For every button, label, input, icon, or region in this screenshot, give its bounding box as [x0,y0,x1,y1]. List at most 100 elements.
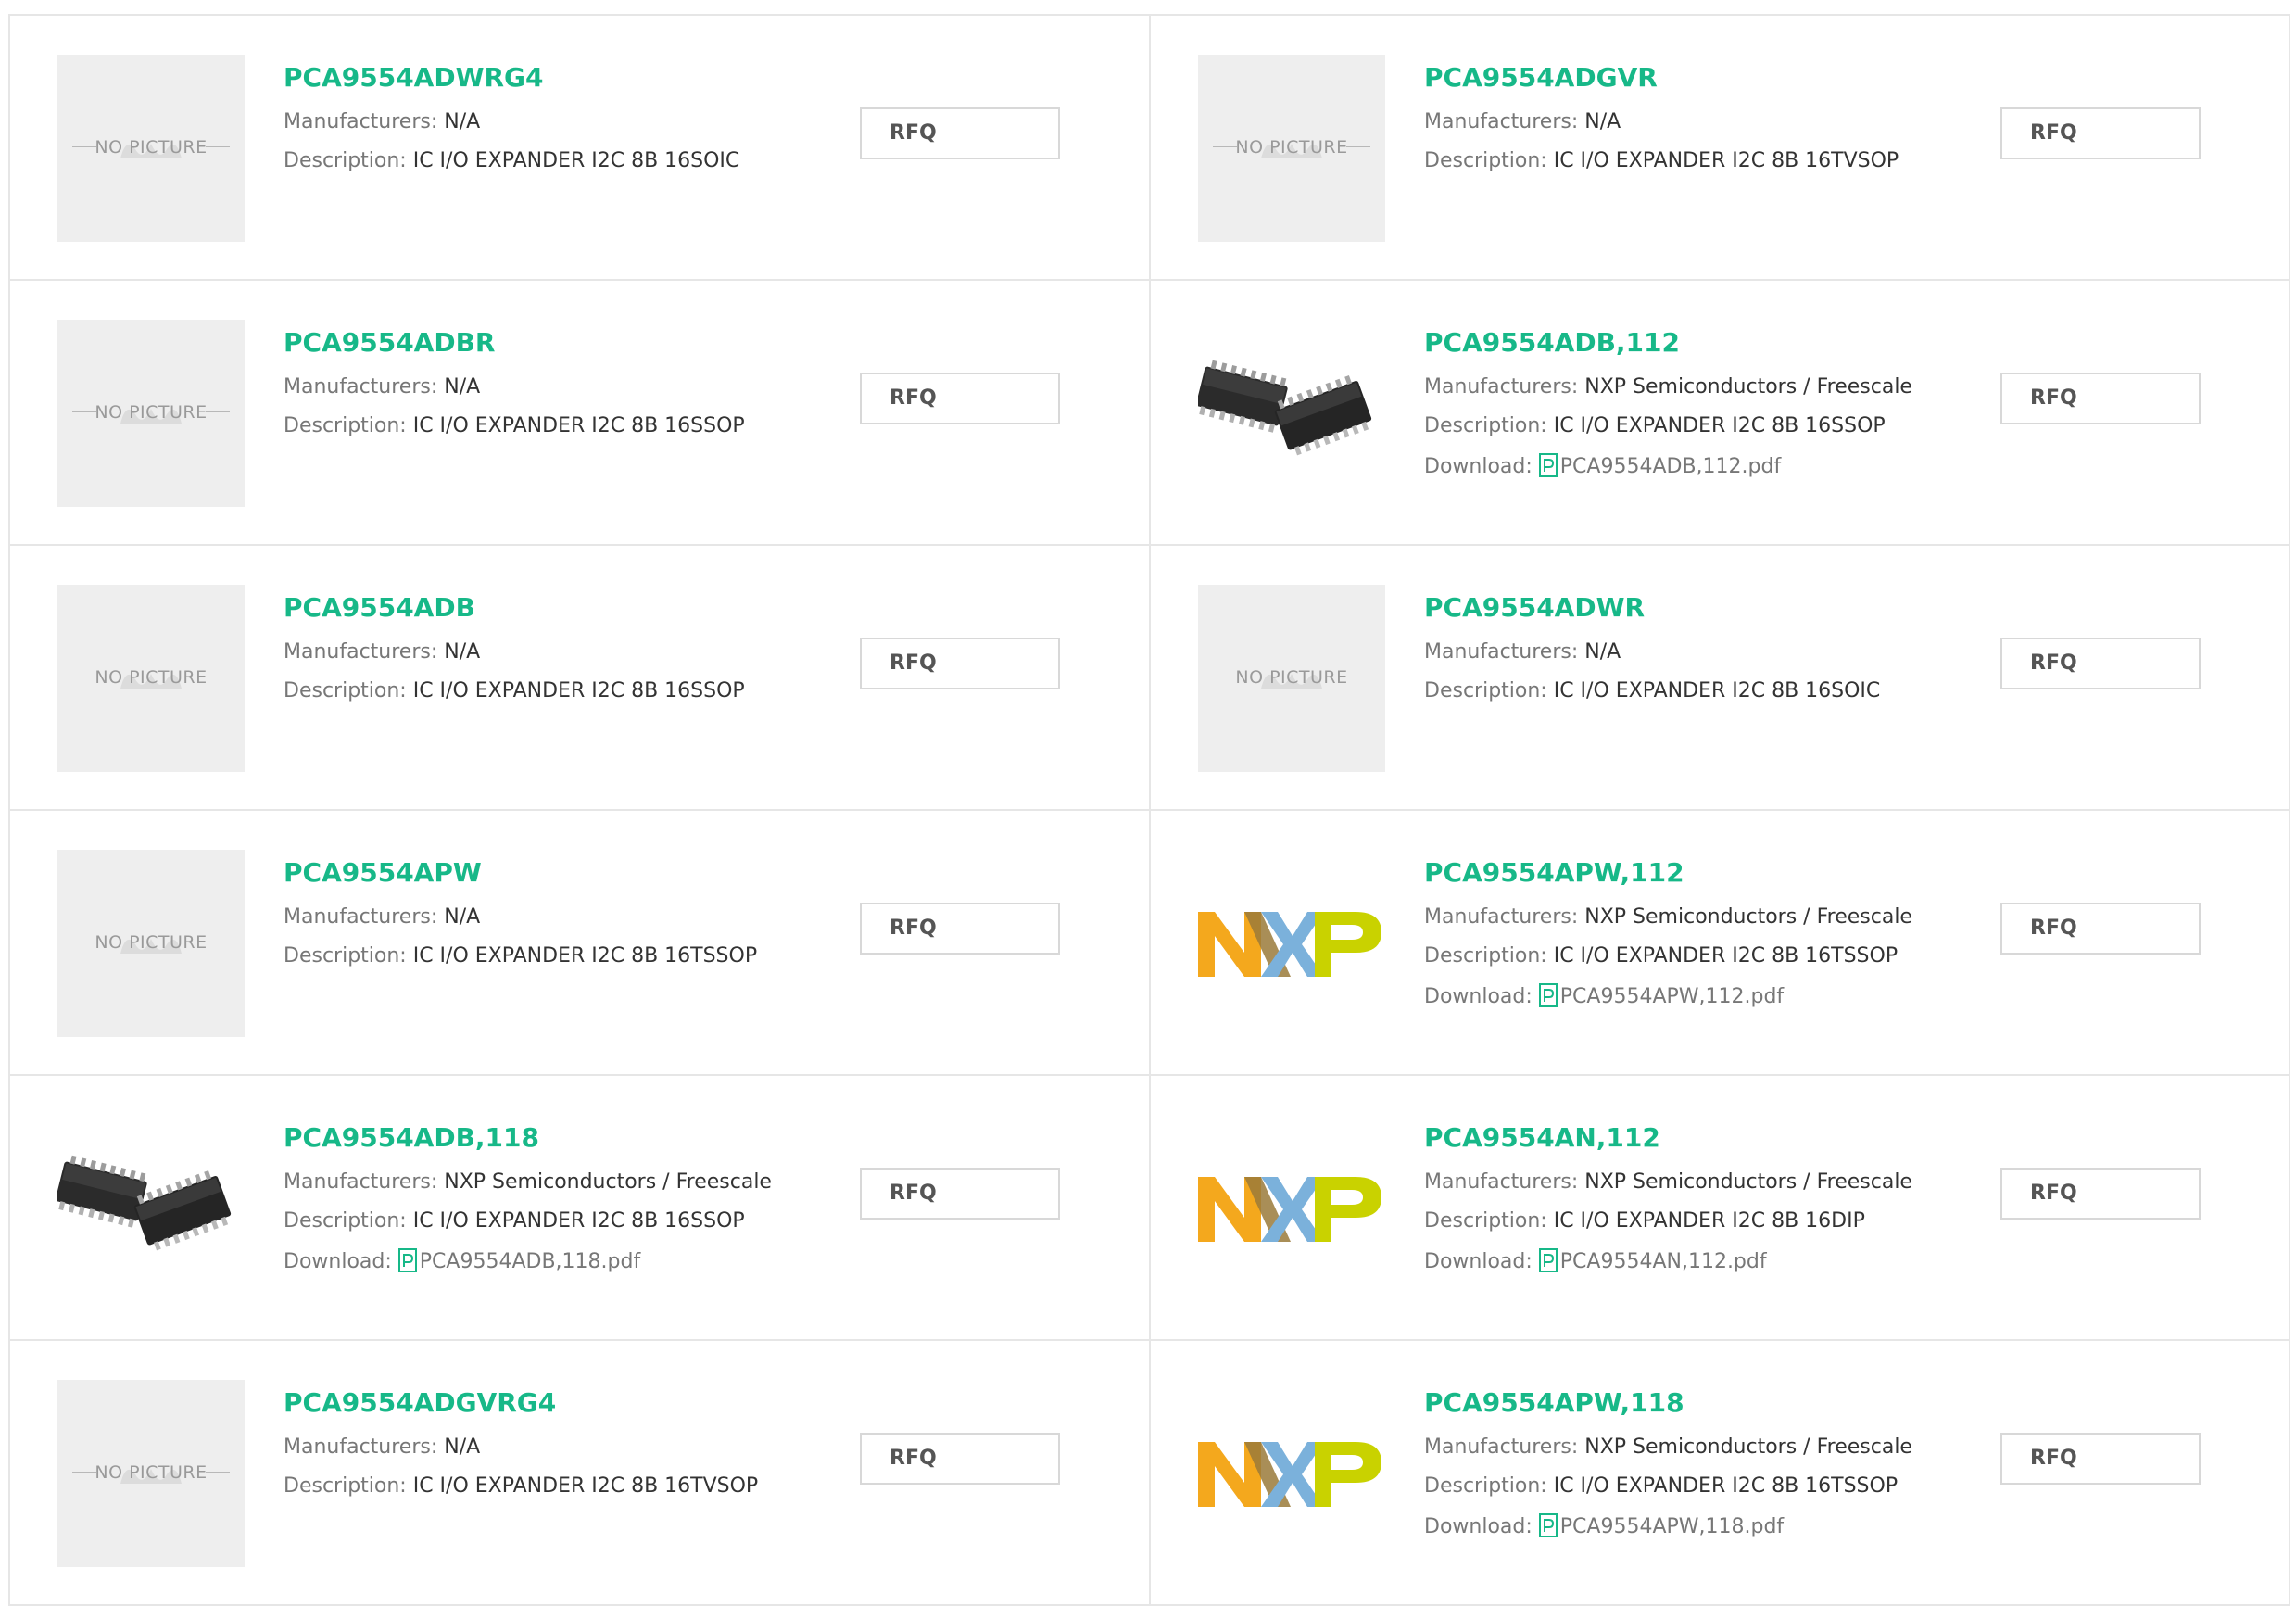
nxp-logo-icon [1198,1380,1385,1567]
rfq-button[interactable]: RFQ [2000,638,2201,689]
manufacturer-value: NXP Semiconductors / Freescale [1584,1435,1912,1459]
part-number-link[interactable]: PCA9554ADB,112 [1424,327,1980,359]
datasheet-link[interactable]: PCA9554AN,112.pdf [1538,1248,1767,1273]
product-info: PCA9554ADGVRG4 Manufacturers: N/A Descri… [284,1387,839,1513]
no-picture-placeholder: NO PICTURE [57,55,245,242]
nxp-logo-icon [1198,1115,1385,1302]
product-card: NO PICTURE PCA9554ADWRG4 Manufacturers: … [10,16,1151,281]
description-value: IC I/O EXPANDER I2C 8B 16DIP [1553,1209,1865,1233]
manufacturer-value: N/A [1584,110,1621,133]
manufacturers-label: Manufacturers: [1424,1435,1579,1459]
rfq-button[interactable]: RFQ [860,1168,1060,1220]
description-value: IC I/O EXPANDER I2C 8B 16TVSOP [1553,149,1899,172]
manufacturer-row: Manufacturers: NXP Semiconductors / Free… [284,1170,839,1195]
download-row: Download: PCA9554APW,118.pdf [1424,1513,1980,1539]
product-card: NO PICTURE PCA9554ADBR Manufacturers: N/… [10,281,1151,546]
product-card: PCA9554APW,112 Manufacturers: NXP Semico… [1151,811,2290,1076]
manufacturer-row: Manufacturers: N/A [284,640,839,664]
product-info: PCA9554ADB,112 Manufacturers: NXP Semico… [1424,327,1980,494]
description-label: Description: [284,1209,407,1233]
product-info: PCA9554APW,112 Manufacturers: NXP Semico… [1424,857,1980,1024]
manufacturer-row: Manufacturers: N/A [284,375,839,399]
rfq-button[interactable]: RFQ [860,903,1060,955]
description-value: IC I/O EXPANDER I2C 8B 16SSOP [412,679,745,702]
nxp-logo[interactable] [1198,1380,1385,1567]
description-row: Description: IC I/O EXPANDER I2C 8B 16TV… [284,1474,839,1499]
pdf-icon [1538,983,1558,1007]
datasheet-filename: PCA9554APW,112.pdf [1559,985,1785,1008]
datasheet-link[interactable]: PCA9554ADB,118.pdf [397,1248,640,1273]
part-number-link[interactable]: PCA9554ADGVRG4 [284,1387,839,1419]
product-info: PCA9554ADBR Manufacturers: N/A Descripti… [284,327,839,453]
part-number-link[interactable]: PCA9554ADBR [284,327,839,359]
description-label: Description: [284,679,407,702]
description-value: IC I/O EXPANDER I2C 8B 16SSOP [412,1209,745,1233]
product-card: NO PICTURE PCA9554ADGVR Manufacturers: N… [1151,16,2290,281]
product-info: PCA9554ADWR Manufacturers: N/A Descripti… [1424,592,1980,718]
part-number-link[interactable]: PCA9554AN,112 [1424,1122,1980,1154]
nxp-logo-icon [1198,850,1385,1037]
download-row: Download: PCA9554AN,112.pdf [1424,1248,1980,1274]
part-number-link[interactable]: PCA9554ADWRG4 [284,62,839,94]
manufacturers-label: Manufacturers: [1424,110,1579,133]
description-row: Description: IC I/O EXPANDER I2C 8B 16TS… [1424,1474,1980,1499]
rfq-button[interactable]: RFQ [860,107,1060,159]
no-picture-placeholder: NO PICTURE [57,585,245,772]
pdf-icon [1538,1513,1558,1537]
description-row: Description: IC I/O EXPANDER I2C 8B 16TS… [284,944,839,968]
rfq-button[interactable]: RFQ [2000,903,2201,955]
nxp-logo[interactable] [1198,1115,1385,1302]
nxp-logo[interactable] [1198,850,1385,1037]
rfq-button[interactable]: RFQ [860,1433,1060,1485]
rfq-button[interactable]: RFQ [2000,1433,2201,1485]
product-info: PCA9554APW Manufacturers: N/A Descriptio… [284,857,839,983]
manufacturer-row: Manufacturers: N/A [284,110,839,134]
manufacturer-row: Manufacturers: NXP Semiconductors / Free… [1424,905,1980,929]
description-label: Description: [1424,679,1547,702]
description-row: Description: IC I/O EXPANDER I2C 8B 16DI… [1424,1209,1980,1233]
manufacturers-label: Manufacturers: [1424,375,1579,398]
manufacturer-row: Manufacturers: N/A [284,1435,839,1460]
no-picture-label: NO PICTURE [95,932,208,953]
part-number-link[interactable]: PCA9554ADWR [1424,592,1980,624]
manufacturer-row: Manufacturers: N/A [1424,640,1980,664]
description-row: Description: IC I/O EXPANDER I2C 8B 16TS… [1424,944,1980,968]
description-label: Description: [1424,414,1547,437]
datasheet-link[interactable]: PCA9554APW,118.pdf [1538,1513,1784,1538]
product-card: NO PICTURE PCA9554ADB Manufacturers: N/A… [10,546,1151,811]
part-number-link[interactable]: PCA9554ADB [284,592,839,624]
rfq-button[interactable]: RFQ [860,373,1060,424]
pdf-icon [397,1248,417,1272]
product-card: PCA9554APW,118 Manufacturers: NXP Semico… [1151,1341,2290,1606]
part-number-link[interactable]: PCA9554APW,118 [1424,1387,1980,1419]
description-row: Description: IC I/O EXPANDER I2C 8B 16SS… [284,1209,839,1233]
datasheet-link[interactable]: PCA9554APW,112.pdf [1538,983,1785,1008]
part-number-link[interactable]: PCA9554ADGVR [1424,62,1980,94]
product-photo[interactable] [57,1115,245,1302]
no-picture-label: NO PICTURE [95,1462,208,1483]
rfq-button[interactable]: RFQ [2000,1168,2201,1220]
description-value: IC I/O EXPANDER I2C 8B 16SOIC [1553,679,1881,702]
manufacturer-row: Manufacturers: NXP Semiconductors / Free… [1424,375,1980,399]
manufacturer-value: N/A [1584,640,1621,664]
part-number-link[interactable]: PCA9554ADB,118 [284,1122,839,1154]
manufacturer-row: Manufacturers: N/A [1424,110,1980,134]
datasheet-link[interactable]: PCA9554ADB,112.pdf [1538,453,1781,478]
no-picture-placeholder: NO PICTURE [57,850,245,1037]
rfq-button[interactable]: RFQ [860,638,1060,689]
manufacturer-value: NXP Semiconductors / Freescale [1584,375,1912,398]
description-label: Description: [1424,149,1547,172]
part-number-link[interactable]: PCA9554APW [284,857,839,889]
download-label: Download: [1424,1250,1533,1273]
download-row: Download: PCA9554ADB,112.pdf [1424,453,1980,479]
rfq-button[interactable]: RFQ [2000,107,2201,159]
description-value: IC I/O EXPANDER I2C 8B 16SSOP [1553,414,1886,437]
part-number-link[interactable]: PCA9554APW,112 [1424,857,1980,889]
rfq-button[interactable]: RFQ [2000,373,2201,424]
description-row: Description: IC I/O EXPANDER I2C 8B 16SS… [1424,414,1980,438]
product-photo[interactable] [1198,320,1385,507]
manufacturer-value: NXP Semiconductors / Freescale [1584,1170,1912,1194]
product-info: PCA9554ADB Manufacturers: N/A Descriptio… [284,592,839,718]
product-info: PCA9554ADB,118 Manufacturers: NXP Semico… [284,1122,839,1289]
download-label: Download: [284,1250,392,1273]
